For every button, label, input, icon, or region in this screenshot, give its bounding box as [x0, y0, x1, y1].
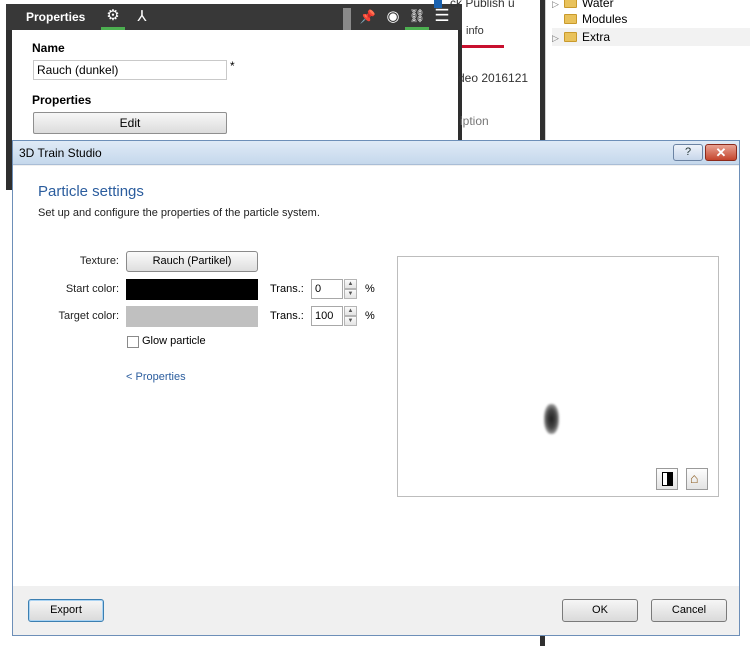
toolbar-fragment: ck Publish u	[450, 0, 515, 10]
spin-down-icon[interactable]: ▼	[344, 289, 357, 299]
start-trans-input[interactable]	[311, 279, 343, 299]
folder-icon	[564, 32, 577, 42]
target-trans-input[interactable]	[311, 306, 343, 326]
home-icon: ⌂	[690, 470, 699, 486]
gear-tab[interactable]: ⚙	[101, 6, 125, 30]
properties-link[interactable]: < Properties	[126, 371, 186, 383]
axes-icon[interactable]: ⅄	[132, 7, 152, 27]
background-toggle-button[interactable]	[656, 468, 678, 490]
link-tab[interactable]: ⛓	[405, 6, 429, 30]
name-label: Name	[32, 41, 65, 55]
glow-particle-checkbox[interactable]	[127, 336, 139, 348]
blue-square-icon	[434, 0, 442, 8]
properties-title: Properties	[26, 10, 86, 24]
target-color-swatch[interactable]	[126, 306, 258, 327]
tab-underline	[462, 45, 504, 48]
home-button[interactable]: ⌂	[686, 468, 708, 490]
pin-icon[interactable]: 📌	[358, 7, 378, 27]
required-mark: *	[230, 59, 235, 73]
tree-item-label: Water	[582, 0, 614, 10]
target-color-label: Target color:	[58, 310, 119, 322]
page-title: Particle settings	[38, 183, 144, 200]
scrollbar-handle[interactable]	[343, 8, 351, 30]
spin-up-icon[interactable]: ▲	[344, 279, 357, 289]
background-window-fragment: ck Publish u info deo 2016121 iption	[434, 0, 540, 140]
tree-item-label: Extra	[582, 30, 611, 44]
tree-item-modules[interactable]: Modules	[552, 10, 627, 28]
start-color-swatch[interactable]	[126, 279, 258, 300]
description-fragment: iption	[460, 114, 489, 128]
spin-up-icon[interactable]: ▲	[344, 306, 357, 316]
help-button[interactable]: ?	[673, 144, 703, 161]
particle-preview[interactable]: ⌂	[397, 256, 719, 497]
tree-item-extra[interactable]: ▷ Extra	[552, 28, 750, 46]
video-text-fragment: deo 2016121	[458, 71, 529, 85]
target-trans-label: Trans.:	[270, 310, 304, 322]
properties-header: Properties ⚙ ⅄ 📌 ◉ ⛓ ☰	[6, 4, 462, 30]
start-trans-label: Trans.:	[270, 283, 304, 295]
glow-particle-label[interactable]: Glow particle	[142, 335, 206, 347]
start-trans-stepper: ▲ ▼	[344, 279, 357, 299]
start-pct-sign: %	[365, 283, 375, 295]
dialog-content: Particle settings Set up and configure t…	[13, 166, 739, 586]
menu-icon[interactable]: ☰	[432, 6, 452, 26]
divider-bottom	[540, 636, 545, 646]
ok-button[interactable]: OK	[562, 599, 638, 622]
texture-button[interactable]: Rauch (Partikel)	[126, 251, 258, 272]
particle-settings-dialog: 3D Train Studio ? ✕ Particle settings Se…	[12, 140, 740, 636]
target-pct-sign: %	[365, 310, 375, 322]
dialog-title: 3D Train Studio	[19, 146, 102, 160]
dialog-titlebar[interactable]: 3D Train Studio ? ✕	[13, 141, 739, 165]
export-button[interactable]: Export	[28, 599, 104, 622]
expand-arrow-icon[interactable]: ▷	[552, 29, 564, 47]
folder-icon	[564, 0, 577, 8]
close-button[interactable]: ✕	[705, 144, 737, 161]
edit-button[interactable]: Edit	[33, 112, 227, 134]
properties-label: Properties	[32, 93, 92, 107]
info-tab[interactable]: info	[466, 25, 484, 37]
link-icon: ⛓	[408, 8, 426, 23]
dialog-footer: Export OK Cancel	[13, 587, 739, 635]
eye-icon[interactable]: ◉	[383, 7, 403, 27]
page-subtitle: Set up and configure the properties of t…	[38, 207, 320, 219]
tree-item-label: Modules	[582, 12, 628, 26]
target-trans-stepper: ▲ ▼	[344, 306, 357, 326]
name-input[interactable]	[33, 60, 227, 80]
gear-icon: ⚙	[106, 7, 120, 24]
tree-panel: ▷ Water Modules ▷ Extra	[545, 0, 750, 140]
spin-down-icon[interactable]: ▼	[344, 316, 357, 326]
texture-label: Texture:	[79, 255, 119, 267]
cancel-button[interactable]: Cancel	[651, 599, 727, 622]
start-color-label: Start color:	[65, 283, 119, 295]
folder-icon	[564, 14, 577, 24]
smoke-particle	[544, 404, 559, 434]
